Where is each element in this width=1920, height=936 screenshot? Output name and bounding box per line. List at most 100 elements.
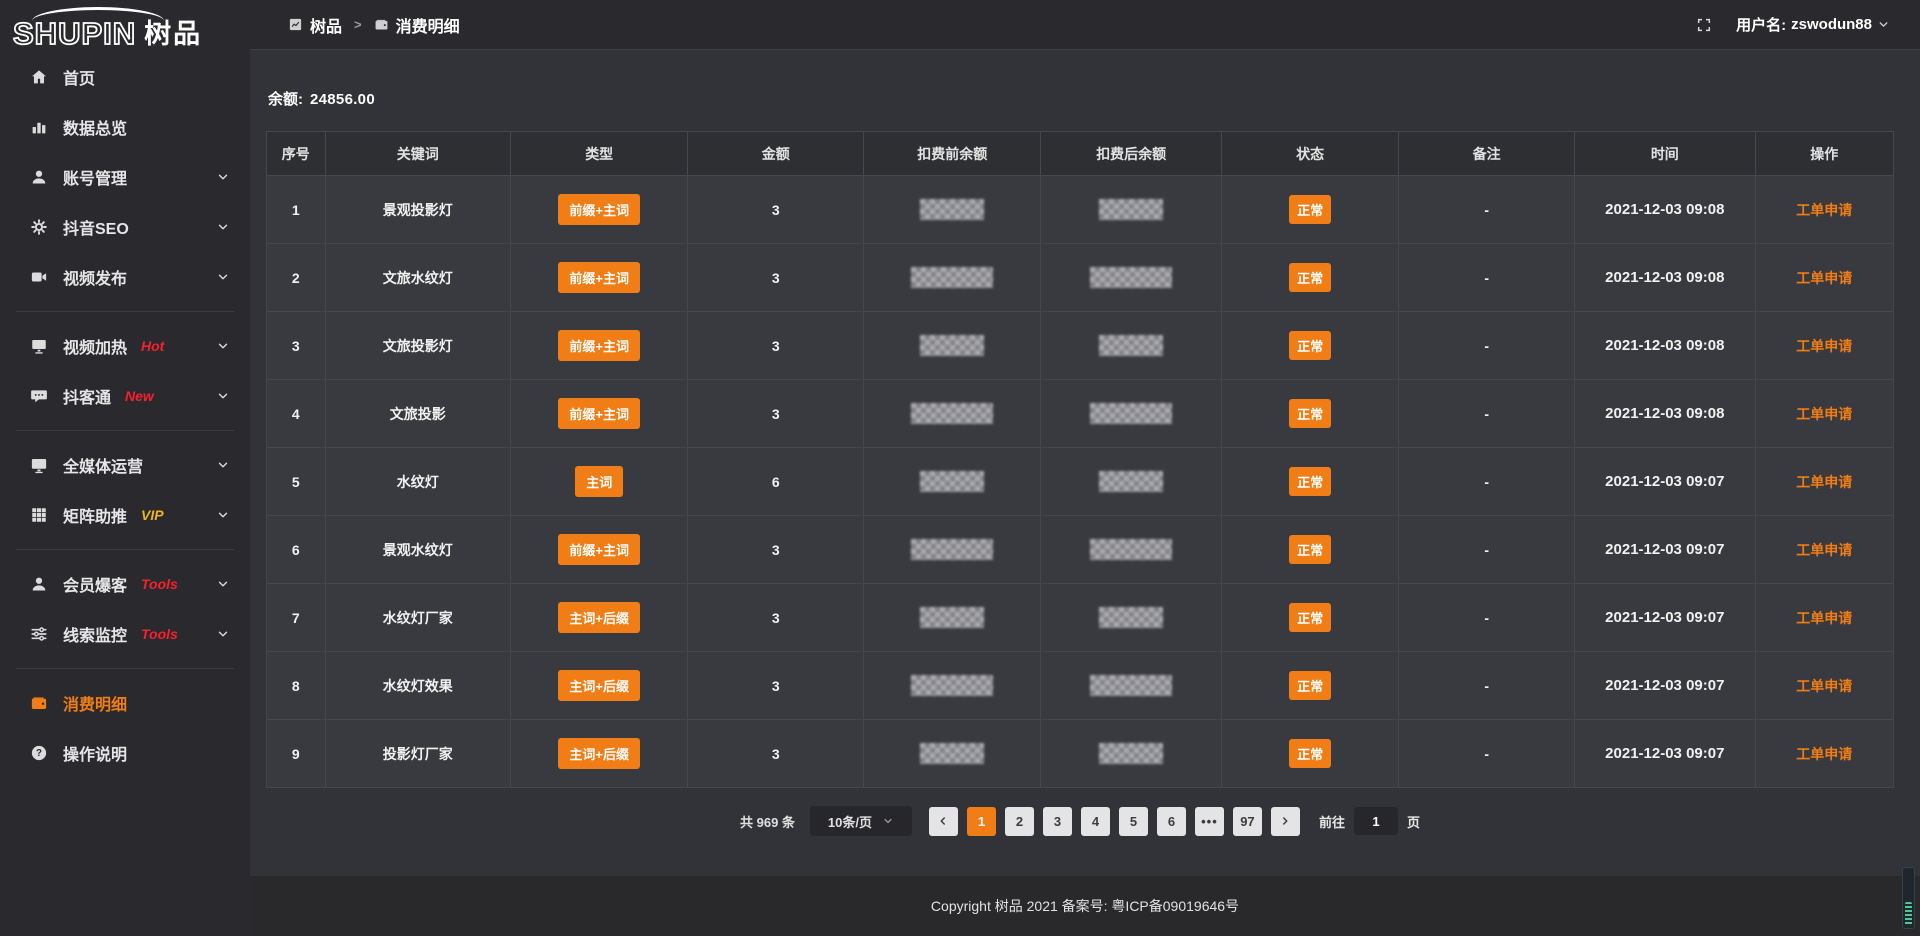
page-button-3[interactable]: 3 — [1043, 807, 1072, 836]
sidebar-divider — [16, 549, 234, 550]
ticket-apply-link[interactable]: 工单申请 — [1796, 542, 1852, 558]
cell-index: 5 — [267, 448, 326, 516]
breadcrumb-item[interactable]: 树品 — [288, 13, 342, 37]
masked-value — [1099, 199, 1163, 220]
status-badge: 正常 — [1289, 739, 1331, 768]
page-button-4[interactable]: 4 — [1081, 807, 1110, 836]
cell-time: 2021-12-03 09:07 — [1575, 652, 1756, 720]
cell-keyword: 文旅投影灯 — [325, 312, 510, 380]
type-badge: 主词+后缀 — [558, 738, 640, 769]
cell-amount: 3 — [688, 516, 864, 584]
cell-balance-before — [864, 720, 1041, 788]
cell-time: 2021-12-03 09:07 — [1575, 584, 1756, 652]
cell-index: 2 — [267, 244, 326, 312]
sidebar-item-consume[interactable]: 消费明细 — [0, 678, 250, 728]
cell-time: 2021-12-03 09:07 — [1575, 516, 1756, 584]
logo-arc — [32, 7, 164, 21]
sidebar-item-media[interactable]: 全媒体运营 — [0, 440, 250, 490]
sidebar-item-label: 数据总览 — [63, 115, 127, 139]
sidebar-item-badge: Tools — [141, 626, 178, 642]
chevron-down-icon — [216, 339, 230, 353]
sidebar-item-publish[interactable]: 视频发布 — [0, 252, 250, 302]
ticket-apply-link[interactable]: 工单申请 — [1796, 746, 1852, 762]
table-row: 6景观水纹灯前缀+主词3正常-2021-12-03 09:07工单申请 — [267, 516, 1894, 584]
sidebar-item-help[interactable]: ?操作说明 — [0, 728, 250, 778]
cell-balance-after — [1041, 652, 1222, 720]
cell-note: - — [1399, 584, 1575, 652]
cell-type: 前缀+主词 — [511, 176, 688, 244]
table-row: 8水纹灯效果主词+后缀3正常-2021-12-03 09:07工单申请 — [267, 652, 1894, 720]
column-header: 序号 — [267, 132, 326, 176]
sidebar-item-label: 线索监控 — [63, 622, 127, 646]
next-page-button[interactable] — [1271, 807, 1300, 836]
page-button-2[interactable]: 2 — [1005, 807, 1034, 836]
cell-index: 1 — [267, 176, 326, 244]
more-pages-button[interactable]: ••• — [1195, 807, 1224, 836]
masked-value — [911, 403, 993, 424]
prev-page-button[interactable] — [929, 807, 958, 836]
ticket-apply-link[interactable]: 工单申请 — [1796, 338, 1852, 354]
chat-icon — [30, 387, 48, 405]
sidebar-item-clue[interactable]: 线索监控 Tools — [0, 609, 250, 659]
sidebar-item-douketong[interactable]: 抖客通New — [0, 371, 250, 421]
ticket-apply-link[interactable]: 工单申请 — [1796, 406, 1852, 422]
goto-suffix: 页 — [1407, 812, 1420, 831]
app-logo: SHUPIN 树品 — [0, 0, 250, 52]
ticket-apply-link[interactable]: 工单申请 — [1796, 474, 1852, 490]
sidebar-item-douyin-seo[interactable]: 抖音SEO — [0, 202, 250, 252]
chevron-down-icon — [216, 458, 230, 472]
status-badge: 正常 — [1289, 331, 1331, 360]
cell-note: - — [1399, 244, 1575, 312]
sidebar-item-matrix[interactable]: 矩阵助推VIP — [0, 490, 250, 540]
page-button-5[interactable]: 5 — [1119, 807, 1148, 836]
sidebar-item-label: 账号管理 — [63, 165, 127, 189]
ticket-apply-link[interactable]: 工单申请 — [1796, 610, 1852, 626]
copyright-text: Copyright 树品 2021 备案号: 粤ICP备09019646号 — [931, 896, 1239, 916]
ticket-apply-link[interactable]: 工单申请 — [1796, 678, 1852, 694]
status-badge: 正常 — [1289, 535, 1331, 564]
page-button-97[interactable]: 97 — [1233, 807, 1262, 836]
topbar-right: 用户名: zswodun88 — [1696, 14, 1890, 35]
masked-value — [1099, 471, 1163, 492]
scroll-indicator[interactable] — [1902, 867, 1915, 929]
sidebar: SHUPIN 树品 首页数据总览账号管理抖音SEO视频发布视频加热Hot抖客通N… — [0, 0, 250, 936]
ticket-apply-link[interactable]: 工单申请 — [1796, 202, 1852, 218]
masked-value — [1099, 743, 1163, 764]
type-badge: 前缀+主词 — [558, 330, 640, 361]
cell-action: 工单申请 — [1755, 720, 1893, 788]
chevron-down-icon — [216, 170, 230, 184]
masked-value — [1090, 675, 1172, 696]
sidebar-item-member[interactable]: 会员爆客Tools — [0, 559, 250, 609]
fullscreen-icon[interactable] — [1696, 17, 1712, 33]
sidebar-item-label: 全媒体运营 — [63, 453, 143, 477]
chevron-right-icon — [1279, 815, 1291, 827]
cell-status: 正常 — [1221, 516, 1398, 584]
column-header: 扣费前余额 — [864, 132, 1041, 176]
masked-value — [1099, 335, 1163, 356]
page-button-6[interactable]: 6 — [1157, 807, 1186, 836]
cell-balance-after — [1041, 448, 1222, 516]
sidebar-item-account[interactable]: 账号管理 — [0, 152, 250, 202]
breadcrumb-item[interactable]: 消费明细 — [374, 13, 460, 37]
sidebar-item-overview[interactable]: 数据总览 — [0, 102, 250, 152]
cell-action: 工单申请 — [1755, 244, 1893, 312]
column-header: 时间 — [1575, 132, 1756, 176]
breadcrumb: 树品>消费明细 — [288, 13, 460, 37]
ticket-apply-link[interactable]: 工单申请 — [1796, 270, 1852, 286]
monitor-icon — [30, 456, 48, 474]
page-button-1[interactable]: 1 — [967, 807, 996, 836]
page-size-select[interactable]: 10条/页 — [810, 806, 912, 836]
chevron-down-icon — [216, 508, 230, 522]
table-row: 7水纹灯厂家主词+后缀3正常-2021-12-03 09:07工单申请 — [267, 584, 1894, 652]
user-menu[interactable]: 用户名: zswodun88 — [1736, 14, 1890, 35]
balance-label: 余额: — [268, 91, 303, 108]
goto-page-input[interactable] — [1354, 807, 1398, 835]
balance: 余额:24856.00 — [268, 88, 1894, 109]
chevron-down-icon — [216, 270, 230, 284]
cell-balance-before — [864, 244, 1041, 312]
sidebar-item-home[interactable]: 首页 — [0, 52, 250, 102]
cell-keyword: 景观水纹灯 — [325, 516, 510, 584]
status-badge: 正常 — [1289, 467, 1331, 496]
cell-type: 主词 — [511, 448, 688, 516]
sidebar-item-heat[interactable]: 视频加热Hot — [0, 321, 250, 371]
